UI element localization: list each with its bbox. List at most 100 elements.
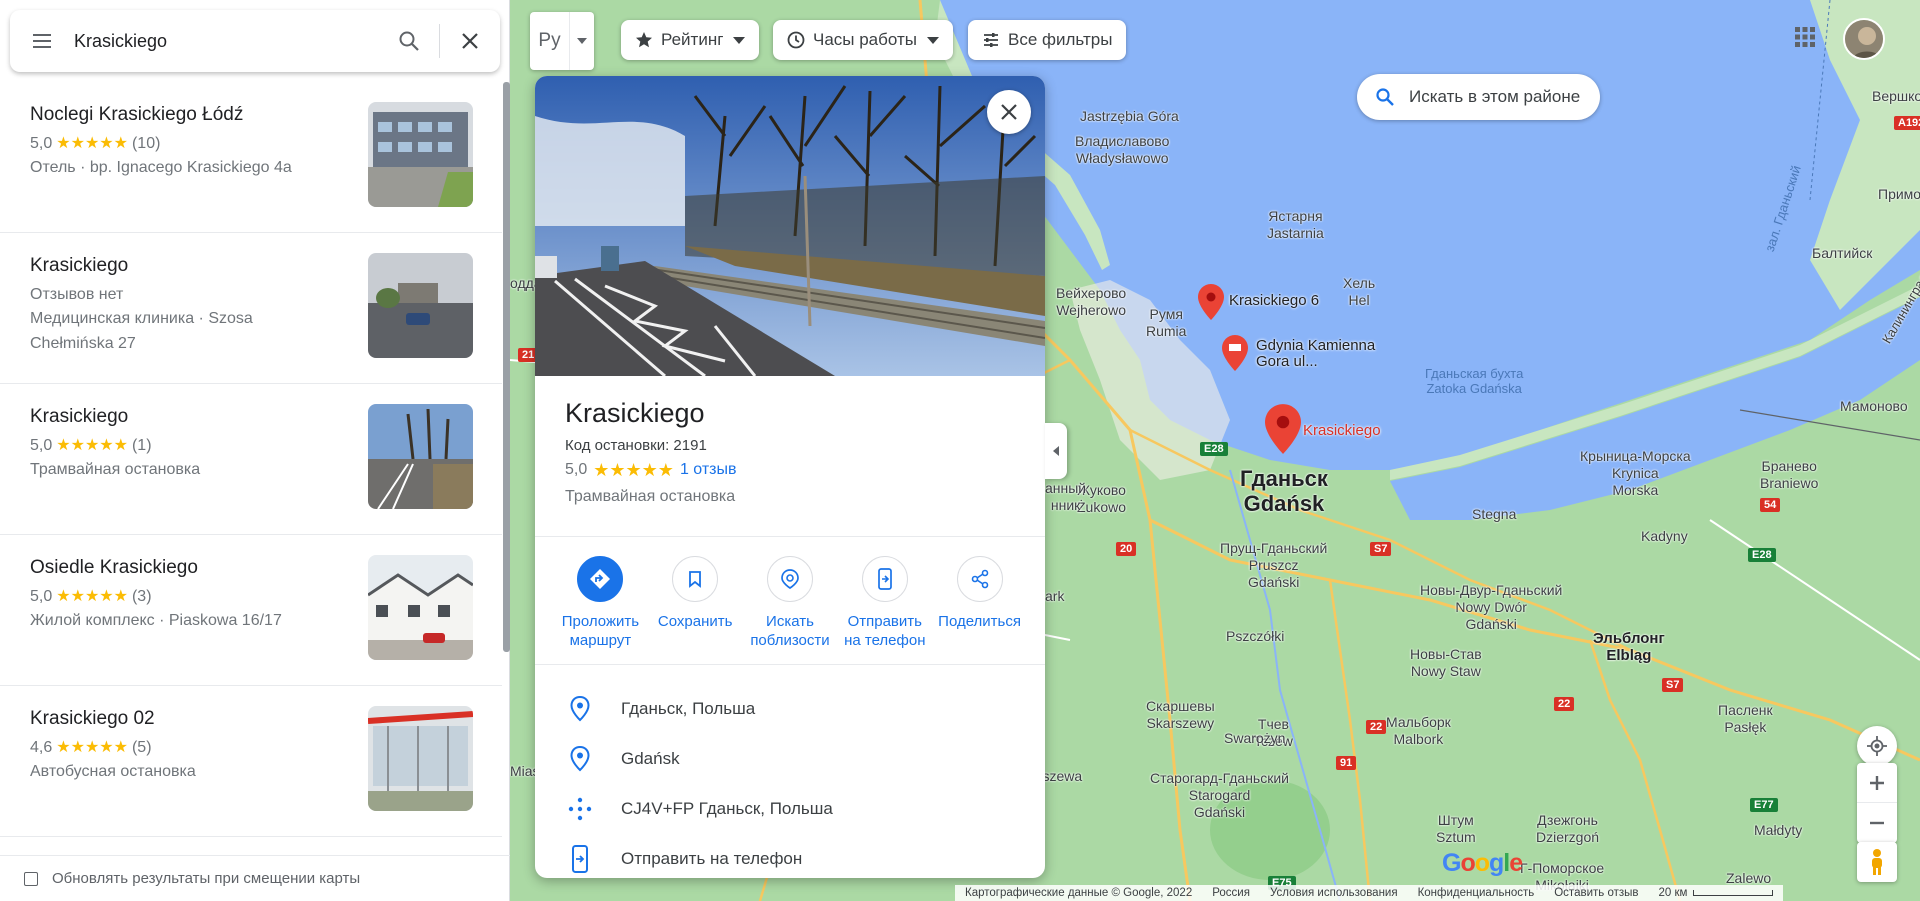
list-item[interactable]: Krasickiego 5,0 ★★★★★ (1) Трамвайная ост… <box>0 384 502 535</box>
search-this-area-button[interactable]: Искать в этом районе <box>1357 74 1601 120</box>
list-item[interactable]: Krasickiego Отзывов нет Медицинская клин… <box>0 233 502 384</box>
place-category: Трамвайная остановка <box>565 488 736 505</box>
share-button[interactable]: Поделиться <box>934 556 1026 666</box>
search-button[interactable] <box>379 10 439 72</box>
send-to-phone-button[interactable]: Отправить на телефон <box>839 556 931 666</box>
map-label: Скаршевы Skarszewy <box>1146 698 1215 731</box>
scale-label: 20 км <box>1658 887 1688 899</box>
privacy-link[interactable]: Конфиденциальность <box>1408 887 1545 899</box>
menu-button[interactable] <box>10 10 74 72</box>
layer-label: Ру <box>530 12 570 70</box>
map-label: Stegna <box>1472 506 1517 522</box>
filter-chip-hours[interactable]: Часы работы <box>773 20 953 60</box>
list-item[interactable]: Krasickiego 02 4,6 ★★★★★ (5) Автобусная … <box>0 686 502 837</box>
clear-search-button[interactable] <box>440 10 500 72</box>
update-results-toggle[interactable]: Обновлять результаты при смещении карты <box>0 855 510 901</box>
map-label: Владиславово Władysławowo <box>1075 133 1170 166</box>
result-title: Krasickiego <box>30 255 129 276</box>
road-shield: S7 <box>1662 678 1684 692</box>
info-row-send-phone[interactable]: Отправить на телефон <box>535 834 1045 878</box>
close-card-button[interactable] <box>987 90 1031 134</box>
pin-label[interactable]: Gdynia Kamienna Gora ul... <box>1256 338 1406 370</box>
hamburger-icon <box>33 34 51 48</box>
stars: ★★★★★ <box>56 437 128 454</box>
scrollbar[interactable] <box>503 82 510 652</box>
pegman-button[interactable] <box>1857 842 1897 882</box>
city-label-elblag: Эльблонг Elbląg <box>1593 630 1665 664</box>
search-input[interactable] <box>74 10 379 72</box>
result-subtitle: Жилой комплекс · Piaskowa 16/17 <box>30 612 282 629</box>
google-apps-button[interactable] <box>1794 26 1816 53</box>
result-subtitle: Отзывов нет <box>30 286 124 303</box>
stars: ★★★★★ <box>593 460 674 480</box>
search-box <box>10 10 500 72</box>
scale-line <box>1693 890 1774 896</box>
nearby-button[interactable]: Искать поблизости <box>744 556 836 666</box>
info-text: Гданьск, Польша <box>621 699 756 718</box>
map-label: Мамоново <box>1840 398 1908 414</box>
result-subtitle: Отель · bp. Ignacego Krasickiego 4a <box>30 159 292 176</box>
result-rating: 5,0 ★★★★★ (3) <box>30 587 152 607</box>
search-icon <box>399 31 419 51</box>
list-item[interactable]: Noclegi Krasickiego Łódź 5,0 ★★★★★ (10) … <box>0 82 502 233</box>
map-label: Румя Rumia <box>1146 306 1187 339</box>
list-item[interactable]: Osiedle Krasickiego 5,0 ★★★★★ (3) Жилой … <box>0 535 502 686</box>
place-photo[interactable] <box>535 76 1045 378</box>
feedback-link[interactable]: Оставить отзыв <box>1544 887 1648 899</box>
road-shield: 54 <box>1760 498 1781 512</box>
map-label: Штум Sztum <box>1436 812 1476 845</box>
info-text: Отправить на телефон <box>621 849 803 868</box>
result-thumbnail <box>368 253 473 358</box>
search-area-label: Искать в этом районе <box>1409 87 1581 106</box>
result-thumbnail <box>368 706 473 811</box>
location-pin-icon <box>570 696 590 722</box>
results-panel: Noclegi Krasickiego Łódź 5,0 ★★★★★ (10) … <box>0 0 510 901</box>
result-title: Krasickiego 02 <box>30 708 155 729</box>
directions-button[interactable]: Проложить маршрут <box>554 556 646 666</box>
country-link[interactable]: Россия <box>1202 887 1260 899</box>
zoom-in-button[interactable] <box>1857 763 1897 803</box>
result-title: Krasickiego <box>30 406 129 427</box>
info-row-address[interactable]: Гданьск, Польша <box>535 684 1045 734</box>
nearby-icon-wrap <box>766 556 813 602</box>
filter-chip-all[interactable]: Все фильтры <box>968 20 1127 60</box>
map-label: Старогард-Гданьский Starogard Gdański <box>1150 770 1289 820</box>
action-buttons: Проложить маршрут Сохранить Искать побли… <box>535 556 1045 666</box>
reviews-link[interactable]: 1 отзыв <box>680 460 737 480</box>
result-thumbnail <box>368 404 473 509</box>
pin-label[interactable]: Krasickiego <box>1303 422 1381 439</box>
pin-label[interactable]: Krasickiego 6 <box>1229 292 1319 309</box>
info-text: Gdańsk <box>621 749 680 768</box>
my-location-icon <box>1867 736 1887 756</box>
checkbox[interactable] <box>24 871 38 886</box>
road-shield: 91 <box>1336 756 1357 770</box>
road-shield: 20 <box>1116 542 1137 556</box>
my-location-button[interactable] <box>1857 726 1897 766</box>
info-row-city[interactable]: Gdańsk <box>535 734 1045 784</box>
map-label: Вейхерово Wejherowo <box>1056 285 1127 318</box>
map-language-toggle[interactable]: Ру <box>530 12 594 70</box>
stars: ★★★★★ <box>56 739 128 756</box>
save-button[interactable]: Сохранить <box>649 556 741 666</box>
rating-value: 5,0 <box>565 461 588 478</box>
review-count: (3) <box>131 588 152 605</box>
collapse-panel-button[interactable] <box>1045 423 1067 479</box>
action-label: Поделиться <box>938 613 1021 630</box>
info-row-plus-code[interactable]: CJ4V+FP Гданьск, Польша <box>535 784 1045 834</box>
avatar[interactable] <box>1843 18 1885 60</box>
zoom-out-button[interactable] <box>1857 803 1897 843</box>
road-shield: A192 <box>1894 116 1920 130</box>
map-footer: Картографические данные © Google, 2022 Р… <box>955 885 1784 901</box>
terms-link[interactable]: Условия использования <box>1260 887 1408 899</box>
map-label: Jastrzębia Góra <box>1080 108 1179 124</box>
scale-bar[interactable]: 20 км <box>1649 887 1784 899</box>
send-to-phone-icon <box>877 568 892 590</box>
chip-label: Рейтинг <box>661 30 724 49</box>
checkbox-label: Обновлять результаты при смещении карты <box>52 870 361 887</box>
zoom-controls <box>1857 763 1897 843</box>
filter-chip-rating[interactable]: Рейтинг <box>621 20 760 60</box>
map-label: Вершко <box>1872 88 1920 104</box>
plus-code-icon <box>568 797 592 821</box>
divider <box>535 664 1045 665</box>
map-label: Новы-Став Nowy Staw <box>1410 646 1482 679</box>
